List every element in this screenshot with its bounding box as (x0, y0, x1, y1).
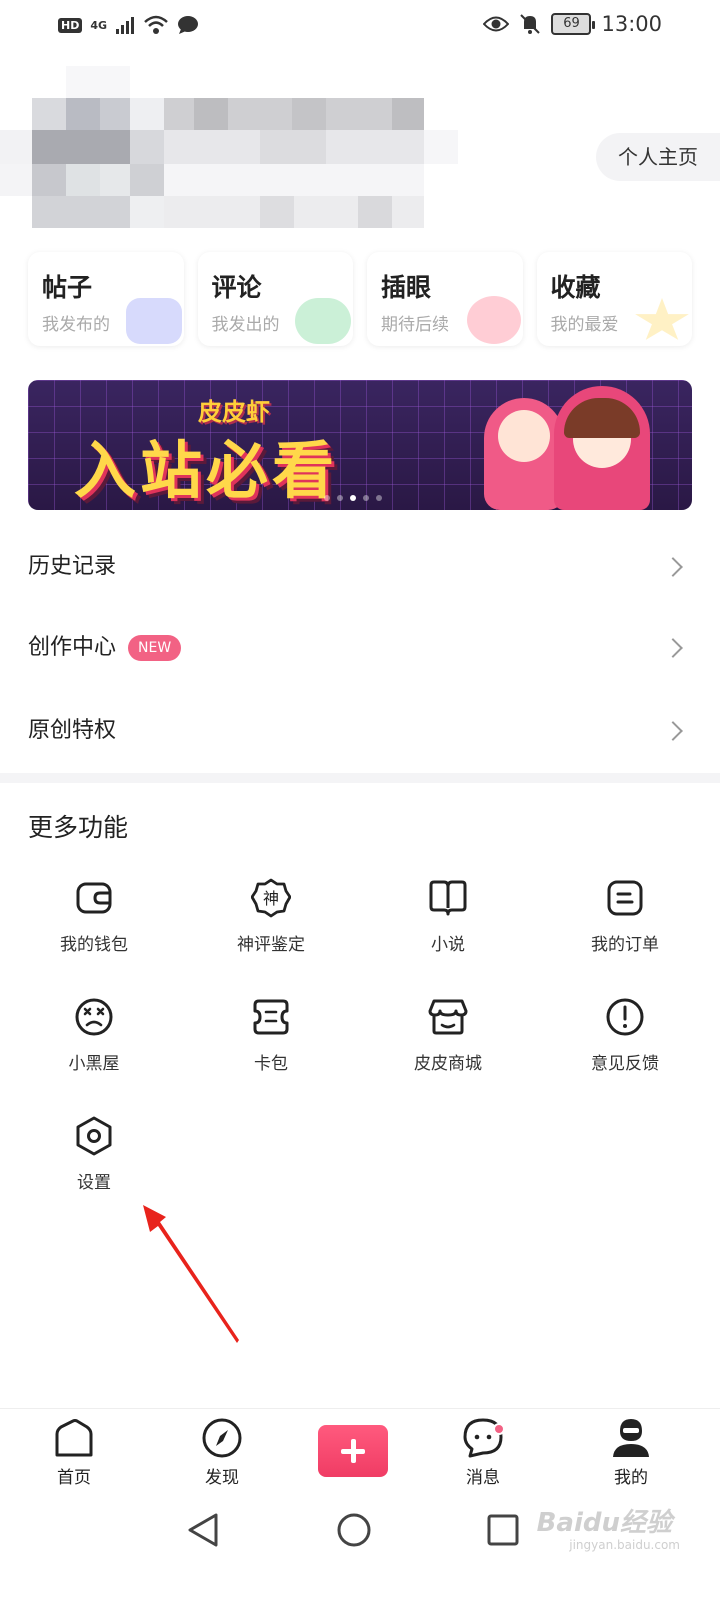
nav-label: 首页 (57, 1468, 91, 1488)
recents-square-icon[interactable] (486, 1513, 520, 1547)
back-triangle-icon[interactable] (186, 1512, 220, 1548)
home-icon (55, 1419, 93, 1457)
nav-label: 消息 (466, 1468, 500, 1488)
watermark-brand: Baidu经验 (536, 1508, 672, 1538)
home-circle-icon[interactable] (336, 1512, 372, 1548)
nav-label: 发现 (205, 1468, 239, 1488)
nav-label: 我的 (614, 1468, 648, 1488)
watermark-url: jingyan.baidu.com (569, 1538, 680, 1552)
nav-discover[interactable]: 发现 (172, 1417, 272, 1488)
unread-dot (493, 1423, 505, 1435)
create-post-button[interactable] (318, 1425, 388, 1477)
annotation-arrow (143, 1205, 239, 1343)
profile-icon (613, 1419, 649, 1457)
bottom-navigation: 首页 发现 消息 我的 (0, 1408, 720, 1498)
nav-mine[interactable]: 我的 (581, 1417, 681, 1488)
nav-home[interactable]: 首页 (24, 1417, 124, 1488)
nav-messages[interactable]: 消息 (433, 1417, 533, 1488)
compass-icon (202, 1418, 242, 1458)
